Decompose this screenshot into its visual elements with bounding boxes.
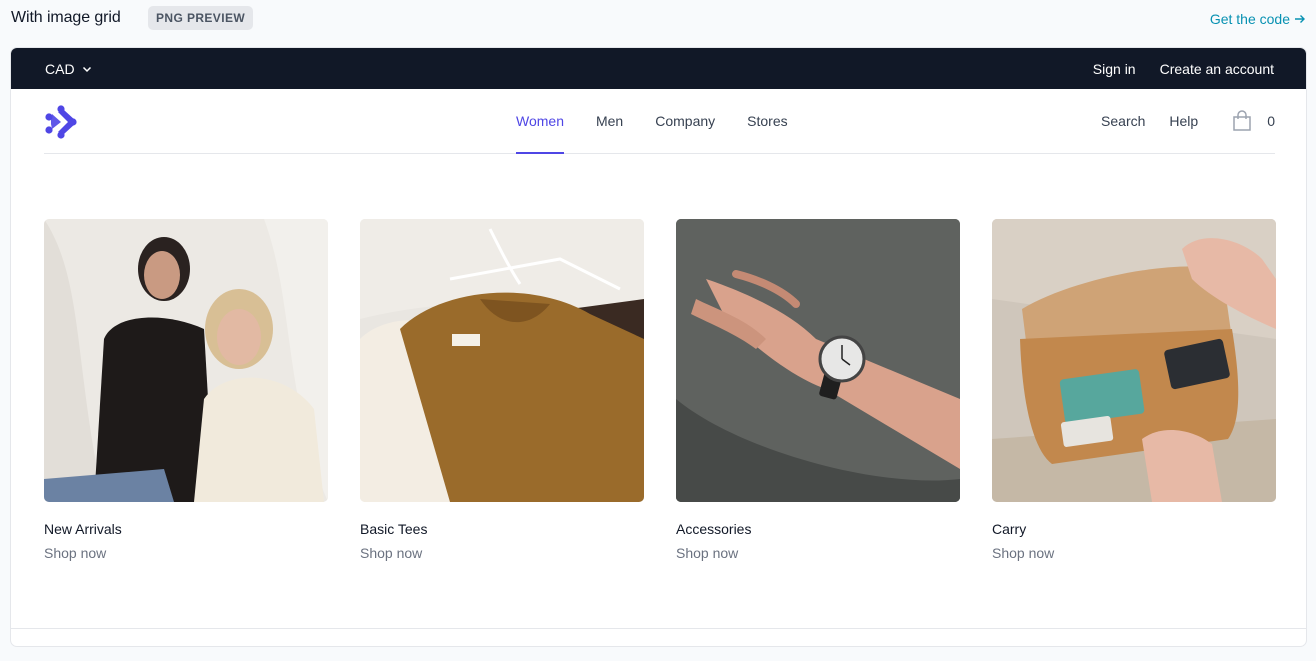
carry-image[interactable] bbox=[992, 219, 1276, 502]
cart-count: 0 bbox=[1267, 113, 1275, 129]
currency-selector[interactable]: CAD bbox=[45, 48, 93, 89]
nav-item-company[interactable]: Company bbox=[655, 89, 715, 153]
preview-frame: CAD Sign in Create an account Women Men … bbox=[10, 47, 1307, 647]
brand-logo-icon[interactable] bbox=[44, 105, 80, 139]
auth-links: Sign in Create an account bbox=[1093, 48, 1274, 89]
cart-button[interactable]: 0 bbox=[1232, 110, 1275, 132]
collection-grid: New Arrivals Shop now Basic Tees Shop no… bbox=[44, 219, 1276, 561]
collection-card-carry[interactable]: Carry Shop now bbox=[992, 219, 1276, 561]
collection-card-accessories[interactable]: Accessories Shop now bbox=[676, 219, 960, 561]
png-preview-badge: PNG PREVIEW bbox=[148, 6, 254, 30]
chevron-down-icon bbox=[82, 66, 91, 72]
new-arrivals-image[interactable] bbox=[44, 219, 328, 502]
shop-now-link[interactable]: Shop now bbox=[360, 545, 644, 561]
currency-label: CAD bbox=[45, 60, 75, 77]
shop-now-link[interactable]: Shop now bbox=[44, 545, 328, 561]
collection-name: Carry bbox=[992, 521, 1027, 537]
collection-name: New Arrivals bbox=[44, 521, 122, 537]
shop-now-link[interactable]: Shop now bbox=[992, 545, 1276, 561]
nav-categories: Women Men Company Stores bbox=[516, 89, 788, 154]
shop-now-link[interactable]: Shop now bbox=[676, 545, 960, 561]
nav-item-women[interactable]: Women bbox=[516, 89, 564, 154]
accessories-image[interactable] bbox=[676, 219, 960, 502]
help-link[interactable]: Help bbox=[1169, 113, 1198, 129]
create-account-link[interactable]: Create an account bbox=[1160, 61, 1274, 77]
preview-title: With image grid bbox=[11, 9, 121, 26]
search-link[interactable]: Search bbox=[1101, 113, 1145, 129]
nav-item-men[interactable]: Men bbox=[596, 89, 623, 153]
collection-name: Basic Tees bbox=[360, 521, 428, 537]
nav-item-stores[interactable]: Stores bbox=[747, 89, 787, 153]
frame-divider bbox=[11, 628, 1306, 629]
shopping-bag-icon bbox=[1233, 110, 1251, 131]
collection-name: Accessories bbox=[676, 521, 752, 537]
arrow-right-icon bbox=[1295, 15, 1305, 23]
collection-card-basic-tees[interactable]: Basic Tees Shop now bbox=[360, 219, 644, 561]
top-bar: CAD Sign in Create an account bbox=[11, 48, 1306, 89]
preview-header: With image grid PNG PREVIEW Get the code bbox=[0, 0, 1316, 38]
sign-in-link[interactable]: Sign in bbox=[1093, 61, 1136, 77]
get-code-label: Get the code bbox=[1209, 11, 1290, 27]
collection-card-new-arrivals[interactable]: New Arrivals Shop now bbox=[44, 219, 328, 561]
basic-tees-image[interactable] bbox=[360, 219, 644, 502]
get-code-link[interactable]: Get the code bbox=[1210, 11, 1306, 27]
main-nav: Women Men Company Stores Search Help 0 bbox=[44, 89, 1275, 154]
nav-utilities: Search Help 0 bbox=[1101, 89, 1275, 153]
